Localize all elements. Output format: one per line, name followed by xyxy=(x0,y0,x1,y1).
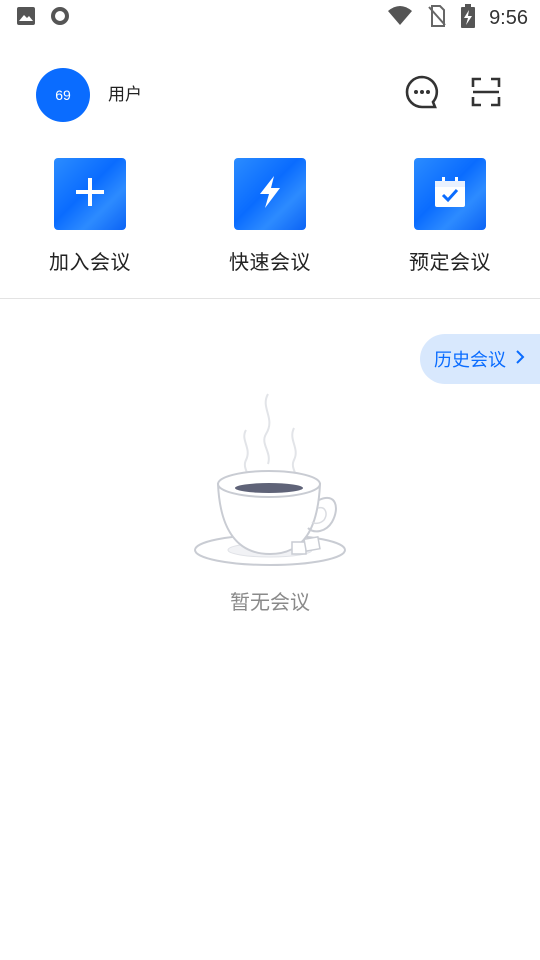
join-meeting-label: 加入会议 xyxy=(49,250,131,274)
status-time: 9:56 xyxy=(489,6,528,29)
calendar-check-icon xyxy=(433,176,467,212)
quick-meeting-tile[interactable] xyxy=(234,158,306,230)
schedule-meeting-button[interactable]: 预定会议 xyxy=(380,158,520,275)
schedule-meeting-tile[interactable] xyxy=(414,158,486,230)
status-bar: 9:56 xyxy=(0,0,540,36)
chevron-right-icon xyxy=(514,349,526,369)
coffee-cup-icon xyxy=(190,393,350,577)
divider xyxy=(0,298,540,299)
empty-state-text: 暂无会议 xyxy=(230,590,310,614)
battery-charging-icon xyxy=(461,4,476,32)
quick-meeting-label: 快速会议 xyxy=(229,250,311,274)
message-icon[interactable] xyxy=(404,74,440,110)
join-meeting-tile[interactable] xyxy=(54,158,126,230)
sync-ring-icon xyxy=(50,6,70,30)
quick-meeting-button[interactable]: 快速会议 xyxy=(200,158,340,275)
schedule-meeting-label: 预定会议 xyxy=(409,250,491,274)
wifi-icon xyxy=(387,5,413,31)
status-right: 9:56 xyxy=(387,4,528,32)
join-meeting-button[interactable]: 加入会议 xyxy=(20,158,160,275)
image-icon xyxy=(16,6,36,30)
username[interactable]: 用户 xyxy=(108,80,142,105)
empty-state xyxy=(0,388,540,577)
status-left xyxy=(16,6,70,30)
history-meetings-label: 历史会议 xyxy=(434,350,506,371)
quick-actions: 加入会议 快速会议 预定会议 xyxy=(0,158,540,278)
scan-icon[interactable] xyxy=(468,74,504,110)
history-meetings-button[interactable]: 历史会议 xyxy=(420,334,540,384)
avatar[interactable]: 69 xyxy=(36,68,90,122)
plus-icon xyxy=(74,176,106,212)
no-sim-icon xyxy=(427,5,447,31)
lightning-icon xyxy=(255,175,285,213)
header: 69 用户 xyxy=(0,62,540,126)
